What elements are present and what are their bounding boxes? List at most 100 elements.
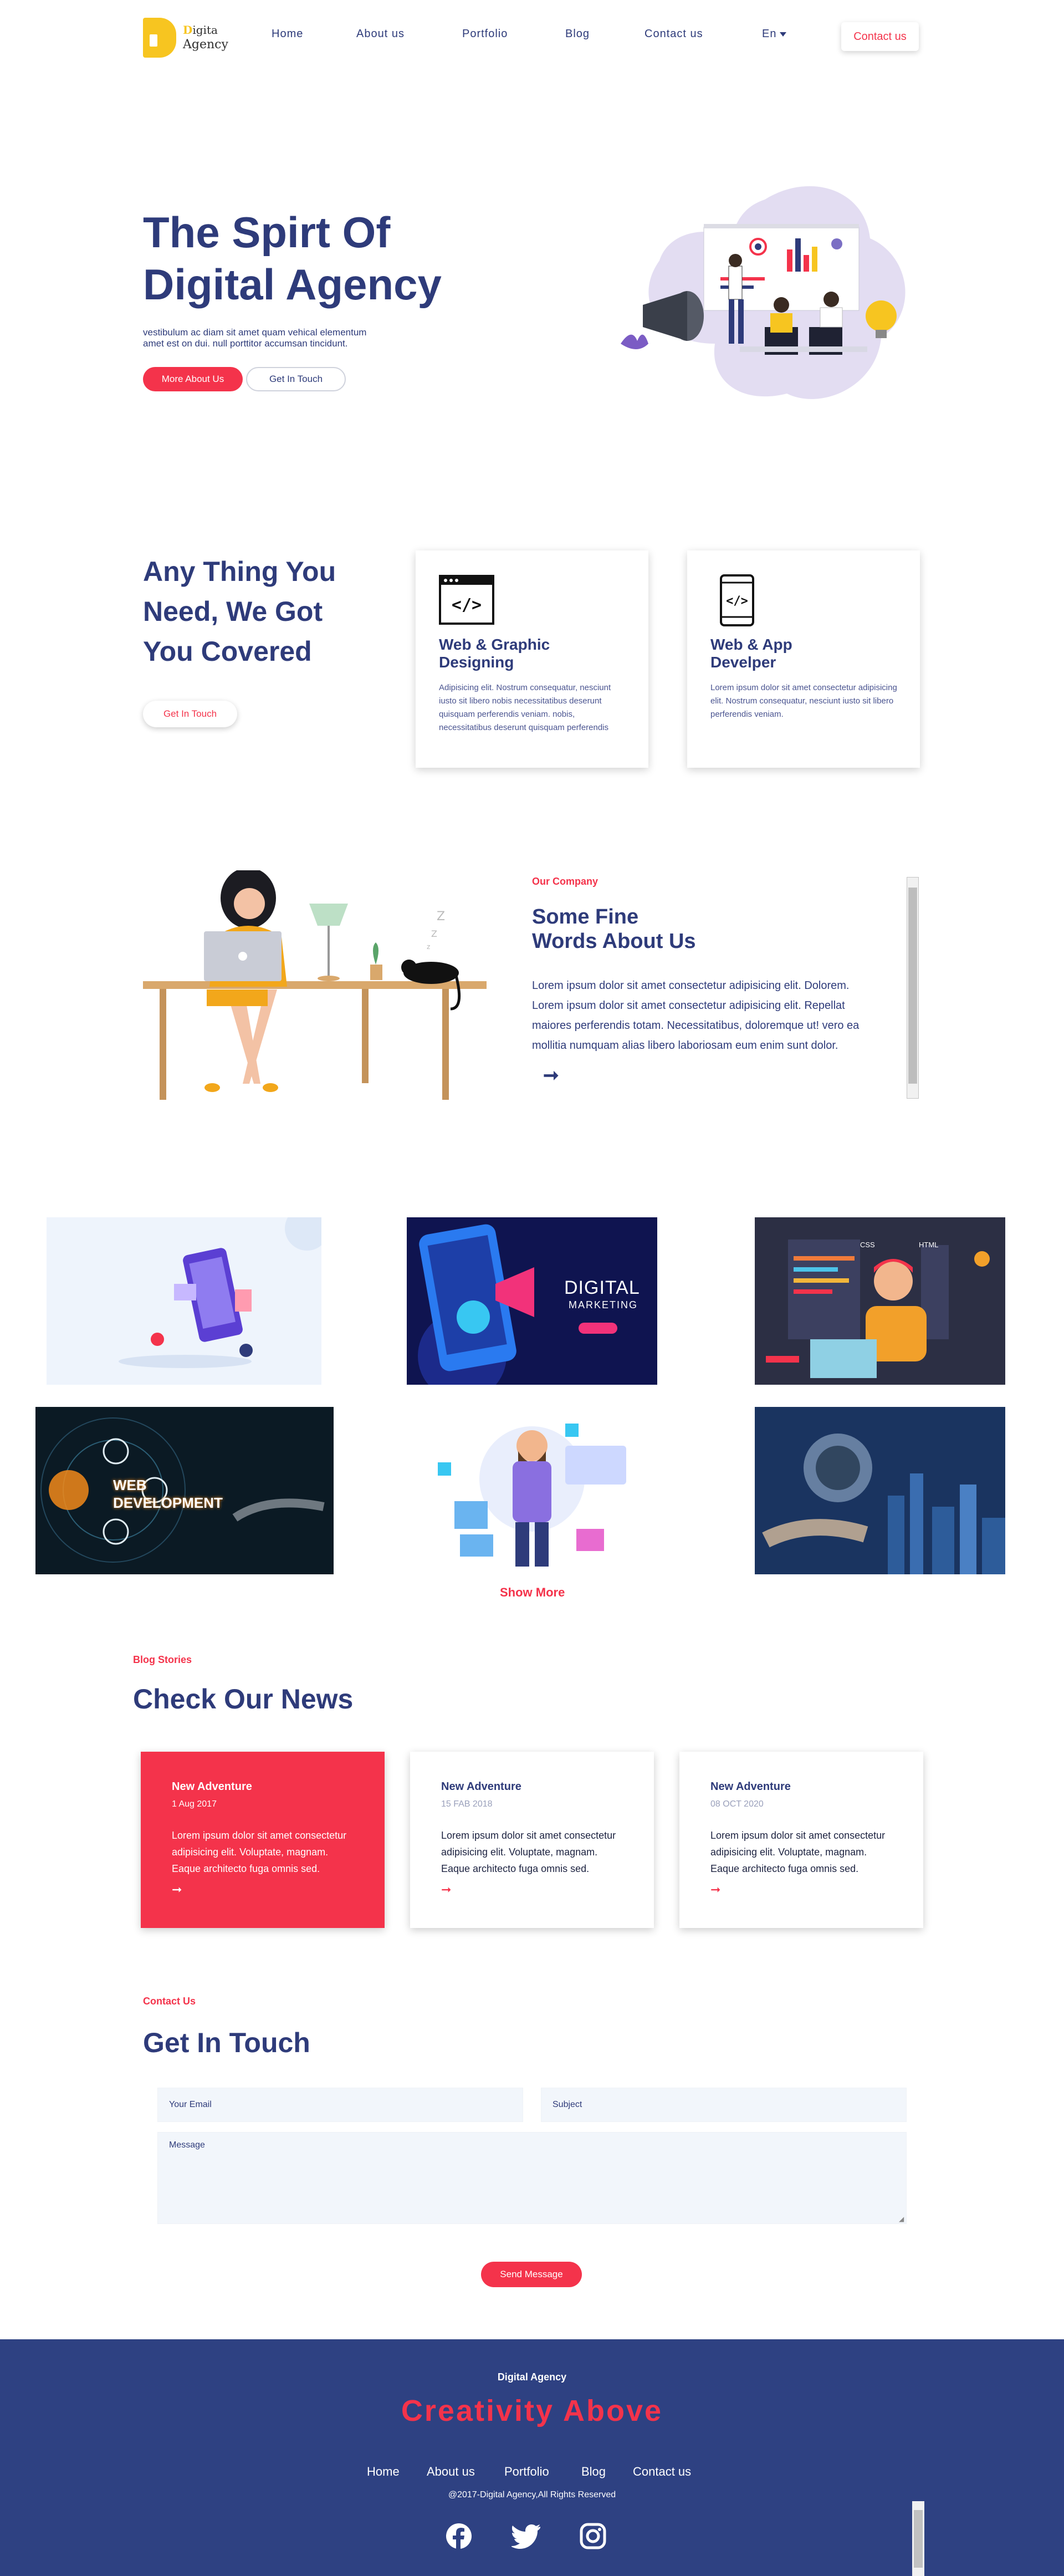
logo-mark	[143, 18, 176, 58]
about-text: Lorem ipsum dolor sit amet consectetur a…	[532, 980, 860, 1052]
services-title-line1: Any Thing You	[143, 556, 336, 587]
service-card-web-app[interactable]: </> Web & App Develper Lorem ipsum dolor …	[687, 550, 920, 768]
portfolio-tile-subtitle: DEVELOPMENT	[113, 1494, 223, 1511]
hero-title-line1: The Spirt Of	[143, 208, 391, 257]
about-title-line1: Some Fine	[532, 905, 639, 929]
footer-nav-contact[interactable]: Contact us	[633, 2465, 691, 2479]
about-tag: Our Company	[532, 876, 598, 887]
message-field[interactable]: Message	[157, 2132, 907, 2224]
services-title: Any Thing You Need, We Got You Covered	[143, 552, 376, 671]
footer-nav-home[interactable]: Home	[367, 2465, 400, 2479]
services-title-line2: Need, We Got	[143, 596, 323, 627]
nav-about[interactable]: About us	[356, 28, 405, 40]
instagram-icon[interactable]	[579, 2522, 607, 2550]
service-card-text: Adipisicing elit. Nostrum consequatur, n…	[439, 683, 611, 732]
about-title: Some Fine Words About Us	[532, 905, 696, 953]
svg-text:Z: Z	[437, 910, 445, 924]
footer-slogan: Creativity Above	[401, 2394, 663, 2427]
portfolio-tile-title: DIGITAL	[564, 1277, 640, 1298]
svg-text:z: z	[427, 943, 430, 951]
contact-us-button[interactable]: Contact us	[841, 22, 919, 51]
more-about-us-button[interactable]: More About Us	[143, 367, 243, 391]
portfolio-image	[755, 1407, 1005, 1574]
resize-handle-icon[interactable]: ◢	[899, 2215, 904, 2223]
contact-tag: Contact Us	[143, 1996, 196, 2007]
portfolio-tile-css: CSS	[860, 1241, 875, 1249]
hero-subtitle-line1: vestibulum ac diam sit amet quam vehical…	[143, 327, 367, 338]
news-card-title: New Adventure	[441, 1781, 521, 1793]
footer-nav-blog[interactable]: Blog	[581, 2465, 606, 2479]
logo-text-top: Digita	[183, 23, 218, 37]
arrow-right-icon[interactable]: ➞	[441, 1883, 451, 1897]
portfolio-image	[438, 1424, 626, 1567]
show-more-link[interactable]: Show More	[500, 1585, 565, 1600]
about-arrow-button[interactable]: ➞	[543, 1064, 559, 1086]
footer-nav-portfolio[interactable]: Portfolio	[504, 2465, 549, 2479]
nav-blog[interactable]: Blog	[565, 28, 590, 40]
service-card-title: Web & Graphic Designing	[439, 636, 550, 671]
footer-brand: Digital Agency	[497, 2371, 567, 2383]
nav-portfolio[interactable]: Portfolio	[462, 28, 508, 40]
svg-text:Z: Z	[431, 929, 437, 939]
hero-subtitle-line2: amet est on dui. null porttitor accumsan…	[143, 338, 348, 349]
send-message-button[interactable]: Send Message	[481, 2262, 582, 2287]
chevron-down-icon	[780, 32, 787, 37]
portfolio-tile-web-development[interactable]: WEB DEVELOPMENT	[35, 1407, 334, 1574]
svg-text:</>: </>	[726, 594, 748, 608]
code-window-icon: </>	[439, 575, 494, 625]
nav-home[interactable]: Home	[272, 28, 303, 40]
hero-illustration	[621, 186, 906, 399]
nav-contact[interactable]: Contact us	[644, 28, 703, 40]
svg-text:</>: </>	[452, 595, 482, 615]
portfolio-tile-digital-marketing[interactable]: DIGITAL MARKETING	[407, 1217, 657, 1385]
language-select[interactable]: En	[762, 28, 787, 40]
news-title: Check Our News	[133, 1684, 354, 1715]
contact-title: Get In Touch	[143, 2027, 310, 2058]
news-card[interactable]: New Adventure 08 OCT 2020 Lorem ipsum do…	[679, 1752, 923, 1928]
about-scrollbar-thumb[interactable]	[908, 887, 917, 1084]
footer-scrollbar[interactable]	[912, 2501, 924, 2576]
portfolio-tile-html: HTML	[919, 1241, 939, 1249]
services-title-line3: You Covered	[143, 636, 312, 667]
news-card[interactable]: New Adventure 1 Aug 2017 Lorem ipsum dol…	[141, 1752, 385, 1928]
email-field[interactable]: Your Email	[157, 2088, 523, 2122]
portfolio-tile-mobile-app[interactable]	[47, 1217, 321, 1385]
service-card-text: Lorem ipsum dolor sit amet consectetur a…	[710, 683, 897, 719]
portfolio-tile-digital-globe[interactable]	[755, 1407, 1005, 1574]
portfolio-tile-subtitle: MARKETING	[569, 1299, 638, 1310]
logo[interactable]: Digita Agency	[143, 18, 228, 58]
footer-copyright: @2017-Digital Agency,All Rights Reserved	[448, 2490, 616, 2500]
mobile-code-icon: </>	[720, 574, 754, 626]
services-get-in-touch-button[interactable]: Get In Touch	[143, 701, 237, 727]
footer-nav-about[interactable]: About us	[427, 2465, 475, 2479]
about-illustration: Z Z z	[143, 870, 487, 1100]
about-scrollbar[interactable]	[907, 877, 919, 1099]
news-card-date: 08 OCT 2020	[710, 1799, 764, 1809]
news-card[interactable]: New Adventure 15 FAB 2018 Lorem ipsum do…	[410, 1752, 654, 1928]
portfolio-tile-title: WEB	[113, 1477, 147, 1493]
footer-scrollbar-thumb[interactable]	[914, 2510, 923, 2568]
about-title-line2: Words About Us	[532, 930, 696, 953]
twitter-icon[interactable]	[511, 2523, 541, 2549]
portfolio-tile-developer[interactable]: CSS HTML	[755, 1217, 1005, 1385]
arrow-right-icon[interactable]: ➞	[710, 1883, 720, 1897]
logo-text-bottom: Agency	[183, 38, 228, 52]
service-card-title: Web & App Develper	[710, 636, 792, 671]
news-card-text: Lorem ipsum dolor sit amet consectetur a…	[710, 1830, 886, 1874]
portfolio-image	[40, 1417, 325, 1563]
arrow-right-icon[interactable]: ➞	[172, 1883, 182, 1897]
service-card-web-graphic[interactable]: </> Web & Graphic Designing Adipisicing e…	[416, 550, 648, 768]
hero-get-in-touch-button[interactable]: Get In Touch	[246, 367, 346, 391]
subject-field[interactable]: Subject	[541, 2088, 907, 2122]
news-card-text: Lorem ipsum dolor sit amet consectetur a…	[172, 1830, 347, 1874]
portfolio-image	[119, 1217, 321, 1368]
hero-subtitle: vestibulum ac diam sit amet quam vehical…	[143, 327, 409, 349]
facebook-icon[interactable]	[445, 2522, 473, 2550]
portfolio-tile-developer-character[interactable]	[427, 1407, 637, 1574]
news-card-date: 15 FAB 2018	[441, 1799, 493, 1809]
news-card-title: New Adventure	[710, 1781, 791, 1793]
hero-title-line2: Digital Agency	[143, 260, 442, 309]
hero-title: The Spirt Of Digital Agency	[143, 206, 442, 310]
news-card-text: Lorem ipsum dolor sit amet consectetur a…	[441, 1830, 616, 1874]
news-card-title: New Adventure	[172, 1781, 252, 1793]
